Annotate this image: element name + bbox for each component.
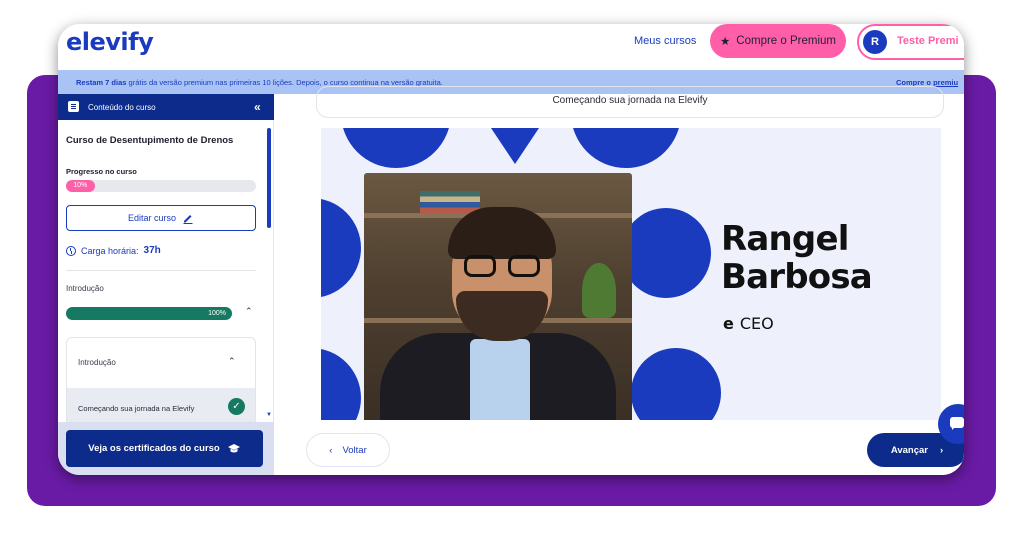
user-name: Teste Premi — [897, 35, 959, 47]
lesson-main: Começando sua jornada na Elevify Rangel … — [274, 86, 964, 475]
graduation-cap-icon — [227, 443, 240, 452]
sidebar-scrollbar[interactable] — [267, 128, 271, 228]
course-progress-bar: 10% — [66, 180, 256, 192]
back-button[interactable]: ‹ Voltar — [306, 433, 390, 467]
lesson-item[interactable]: Começando sua jornada na Elevify ✓ — [67, 388, 255, 426]
scroll-down-icon[interactable]: ▼ — [266, 412, 272, 418]
lesson-group-label[interactable]: Introdução — [78, 358, 116, 367]
divider — [66, 270, 256, 271]
course-progress-fill: 10% — [66, 180, 95, 192]
certificates-area: Veja os certificados do curso — [58, 422, 274, 475]
decor-shape — [621, 208, 711, 298]
decor-shape — [321, 348, 361, 420]
star-icon: ★ — [719, 36, 731, 48]
chevron-right-icon: › — [939, 444, 944, 456]
certificates-button[interactable]: Veja os certificados do curso — [66, 430, 263, 467]
nav-my-courses[interactable]: Meus cursos — [634, 35, 696, 47]
course-title: Curso de Desentupimento de Drenos — [66, 135, 234, 146]
check-icon: ✓ — [228, 398, 245, 415]
section-progress-fill: 100% — [66, 307, 232, 320]
sidebar-header-label: Conteúdo do curso — [88, 103, 156, 112]
collapse-sidebar-icon[interactable]: « — [254, 100, 261, 114]
avatar: R — [863, 30, 887, 54]
list-icon — [68, 101, 79, 112]
trial-days: Restam 7 dias — [76, 78, 127, 87]
chevron-up-icon[interactable]: ⌃ — [228, 356, 236, 367]
clock-icon — [66, 245, 76, 256]
edit-course-label: Editar curso — [127, 213, 177, 223]
decor-shape — [321, 198, 361, 298]
decor-shape — [341, 128, 451, 168]
plant — [582, 263, 616, 318]
decor-shape — [631, 348, 721, 420]
buy-premium-button[interactable]: ★ Compre o Premium — [710, 24, 846, 58]
presenter-role-label: CEO — [739, 314, 774, 333]
presenter-role: e CEO — [723, 314, 774, 333]
next-button-label: Avançar — [890, 444, 928, 456]
course-sidebar: Conteúdo do curso « Curso de Desentupime… — [58, 94, 274, 475]
pencil-icon — [183, 215, 193, 224]
workload-value: 37h — [143, 245, 161, 256]
edit-course-button[interactable]: Editar curso — [66, 205, 256, 231]
shirt — [470, 339, 530, 420]
presenter-name: Rangel Barbosa — [721, 219, 873, 297]
elevify-mark-icon: e — [723, 314, 734, 333]
workload: Carga horária: 37h — [66, 245, 161, 256]
lesson-item-label: Começando sua jornada na Elevify — [78, 404, 195, 413]
lesson-video[interactable]: Rangel Barbosa e CEO — [321, 128, 941, 420]
sidebar-header: Conteúdo do curso « — [58, 94, 274, 120]
section-label: Introdução — [66, 284, 104, 293]
back-button-label: Voltar — [342, 444, 367, 456]
decor-shape — [571, 128, 681, 168]
app-window: elevify Meus cursos ★ Compre o Premium R… — [58, 24, 964, 475]
elevify-logo[interactable]: elevify — [66, 28, 154, 56]
chevron-left-icon: ‹ — [329, 444, 333, 456]
section-progress-bar: 100% — [66, 307, 232, 320]
decor-triangle — [491, 128, 539, 164]
certificates-label: Veja os certificados do curso — [88, 443, 220, 454]
presenter-photo — [364, 173, 632, 420]
workload-label: Carga horária: — [81, 245, 139, 256]
chevron-up-icon[interactable]: ⌃ — [245, 306, 253, 317]
top-header: elevify Meus cursos ★ Compre o Premium R… — [58, 24, 964, 70]
glasses — [464, 255, 544, 277]
presenter-last-name: Barbosa — [721, 257, 873, 297]
user-menu-button[interactable]: R Teste Premi — [857, 24, 964, 60]
presenter-first-name: Rangel — [721, 219, 849, 259]
lesson-title-bar[interactable]: Começando sua jornada na Elevify — [316, 86, 944, 118]
progress-label: Progresso no curso — [66, 167, 137, 176]
books — [420, 191, 480, 213]
buy-premium-label: Compre o Premium — [736, 35, 836, 47]
